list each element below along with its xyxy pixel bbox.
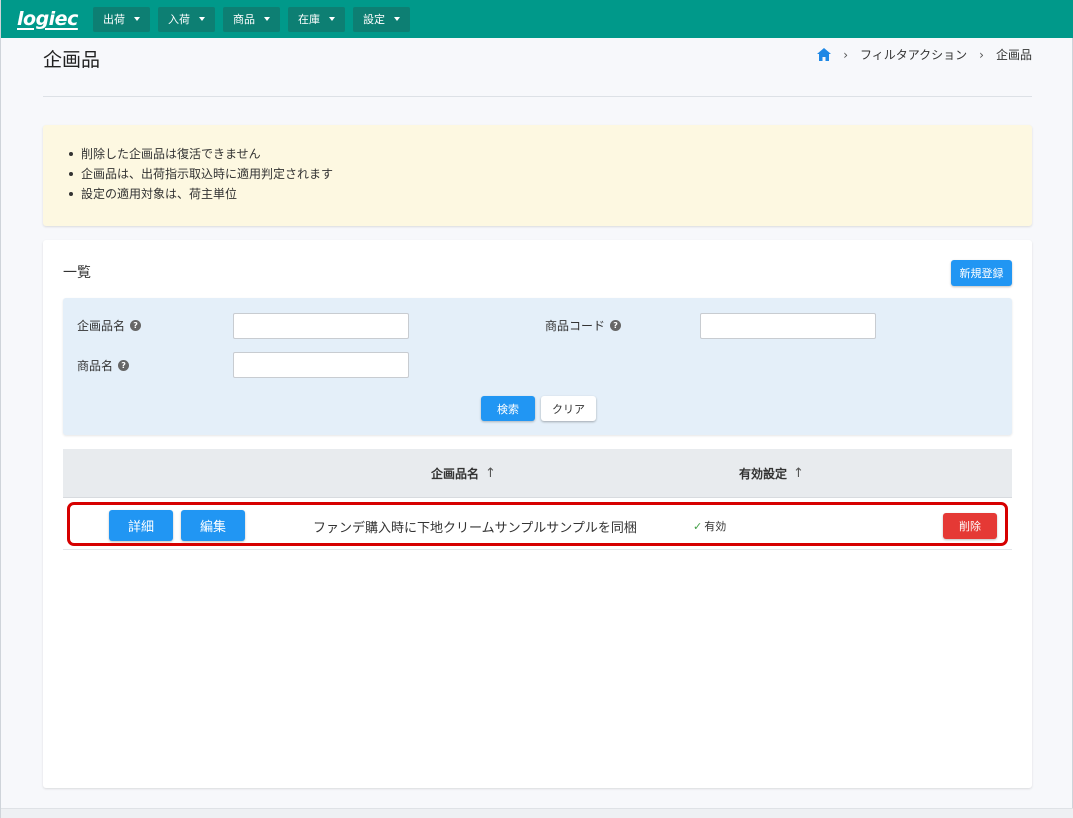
product-name-input[interactable] (233, 352, 409, 378)
nav-menu-label: 入荷 (168, 13, 190, 26)
help-icon[interactable]: ? (130, 320, 142, 331)
column-header-active[interactable]: 有効設定 ↑ (739, 449, 804, 498)
delete-button[interactable]: 削除 (943, 513, 997, 539)
chevron-right-icon: › (979, 47, 984, 62)
notice-box: 削除した企画品は復活できません 企画品は、出荷指示取込時に適用判定されます 設定… (43, 125, 1032, 226)
help-icon[interactable]: ? (118, 360, 130, 371)
column-header-plan-name[interactable]: 企画品名 ↑ (431, 449, 496, 498)
logo[interactable]: logiec (17, 8, 81, 30)
column-header-label: 有効設定 (739, 467, 788, 481)
home-icon[interactable] (817, 48, 832, 61)
product-name-label: 商品名 ? (77, 357, 130, 374)
clear-button[interactable]: クリア (541, 396, 596, 421)
nav-menu-products[interactable]: 商品 (223, 6, 280, 32)
header-divider (43, 96, 1032, 97)
notice-item: 企画品は、出荷指示取込時に適用判定されます (67, 164, 1008, 184)
edit-button[interactable]: 編集 (181, 510, 245, 541)
nav-menu-settings[interactable]: 設定 (353, 6, 410, 32)
breadcrumb: › フィルタアクション › 企画品 (817, 46, 1032, 63)
plan-name-label-text: 企画品名 (77, 319, 126, 333)
nav-menu-label: 商品 (233, 13, 255, 26)
sort-arrow-icon: ↑ (485, 466, 496, 481)
plan-name-cell: ファンデ購入時に下地クリームサンプルサンプルを同梱 (313, 520, 637, 536)
nav-menu-label: 在庫 (298, 13, 320, 26)
list-card: 一覧 新規登録 企画品名 ? 商品コード ? 商品名 ? 検索 クリア 企画品名… (43, 240, 1032, 788)
column-header-label: 企画品名 (431, 467, 480, 481)
nav-menu-shipping[interactable]: 出荷 (93, 6, 150, 32)
breadcrumb-item-filter-action[interactable]: フィルタアクション (860, 46, 967, 63)
caret-down-icon (394, 17, 400, 21)
nav-menu-inventory[interactable]: 在庫 (288, 6, 345, 32)
new-register-button[interactable]: 新規登録 (951, 260, 1012, 286)
sort-arrow-icon: ↑ (793, 466, 804, 481)
page-title: 企画品 (43, 49, 101, 71)
plan-name-label: 企画品名 ? (77, 317, 142, 334)
nav-menu-receiving[interactable]: 入荷 (158, 6, 215, 32)
chevron-right-icon: › (843, 47, 848, 62)
search-button[interactable]: 検索 (481, 396, 535, 421)
caret-down-icon (199, 17, 205, 21)
top-navbar: logiec 出荷 入荷 商品 在庫 設定 (1, 0, 1073, 38)
status-cell: ✓ 有効 (693, 502, 726, 550)
help-icon[interactable]: ? (610, 320, 622, 331)
notice-item: 削除した企画品は復活できません (67, 144, 1008, 164)
product-code-label-text: 商品コード (545, 319, 606, 333)
product-name-label-text: 商品名 (77, 359, 114, 373)
plan-name-input[interactable] (233, 313, 409, 339)
list-title: 一覧 (63, 265, 91, 281)
caret-down-icon (134, 17, 140, 21)
table-row: 詳細 編集 ファンデ購入時に下地クリームサンプルサンプルを同梱 ✓ 有効 削除 (63, 502, 1012, 550)
nav-menu-label: 出荷 (103, 13, 125, 26)
caret-down-icon (329, 17, 335, 21)
detail-button[interactable]: 詳細 (109, 510, 173, 541)
check-icon: ✓ (693, 519, 703, 533)
status-text: 有効 (704, 520, 727, 533)
breadcrumb-item-current: 企画品 (995, 48, 1032, 62)
table-header: 企画品名 ↑ 有効設定 ↑ (63, 449, 1012, 498)
main-menu: 出荷 入荷 商品 在庫 設定 (93, 6, 410, 32)
product-code-label: 商品コード ? (545, 317, 622, 334)
notice-item: 設定の適用対象は、荷主単位 (67, 184, 1008, 204)
caret-down-icon (264, 17, 270, 21)
search-panel: 企画品名 ? 商品コード ? 商品名 ? 検索 クリア (63, 298, 1012, 435)
nav-menu-label: 設定 (363, 13, 385, 26)
page-bottom-edge (1, 808, 1073, 818)
notice-list: 削除した企画品は復活できません 企画品は、出荷指示取込時に適用判定されます 設定… (67, 144, 1008, 204)
product-code-input[interactable] (700, 313, 876, 339)
